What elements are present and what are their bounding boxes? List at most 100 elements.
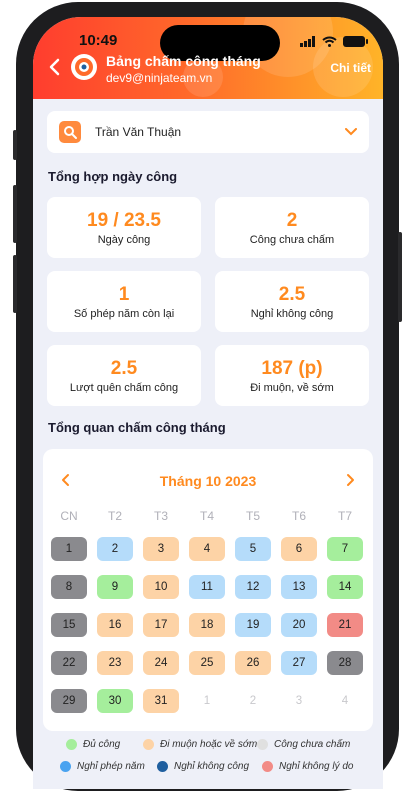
calendar-day-outside: 4 [341,695,349,707]
calendar-day[interactable]: 4 [189,537,225,561]
calendar-day[interactable]: 12 [235,575,271,599]
stat-card: 19 / 23.5 Ngày công [47,197,201,258]
legend-label: Đủ công [83,739,121,750]
stat-card: 2.5 Nghỉ không công [215,271,369,332]
weekday-label: T6 [291,509,306,523]
legend-dot [60,761,71,772]
calendar-day[interactable]: 5 [235,537,271,561]
calendar-day[interactable]: 16 [97,613,133,637]
calendar-day[interactable]: 20 [281,613,317,637]
legend-item: Công chưa chấm [257,739,350,750]
calendar-section-title: Tổng quan chấm công tháng [48,420,226,435]
search-document-icon [59,121,81,143]
weekday-label: T2 [107,509,122,523]
legend-dot [157,761,168,772]
legend-dot [257,739,268,750]
camera-logo-icon [75,58,93,76]
signal-icon [300,36,315,47]
weekday-label: T7 [337,509,352,523]
legend-item: Nghỉ không công [157,761,249,772]
stat-label: Ngày công [97,234,151,246]
calendar-day[interactable]: 14 [327,575,363,599]
calendar-day[interactable]: 24 [143,651,179,675]
calendar-day[interactable]: 28 [327,651,363,675]
calendar-day[interactable]: 29 [51,689,87,713]
calendar-day[interactable]: 13 [281,575,317,599]
calendar-day[interactable]: 23 [97,651,133,675]
calendar-day[interactable]: 11 [189,575,225,599]
next-month-button[interactable] [344,473,356,487]
weekday-label: T3 [153,509,168,523]
calendar-day[interactable]: 17 [143,613,179,637]
page-title: Bảng chấm công tháng [106,53,261,69]
weekday-label: T5 [245,509,260,523]
chevron-down-icon [345,128,357,136]
calendar-day[interactable]: 22 [51,651,87,675]
stat-card: 2 Công chưa chấm [215,197,369,258]
stat-value: 1 [118,284,130,305]
stat-label: Số phép năm còn lại [73,308,175,320]
calendar-day[interactable]: 30 [97,689,133,713]
back-arrow-icon[interactable] [47,57,63,77]
calendar-day[interactable]: 15 [51,613,87,637]
stat-value: 2.5 [278,284,306,305]
calendar-day-outside: 1 [203,695,211,707]
legend-item: Nghỉ không lý do [262,761,354,772]
stat-card: 2.5 Lượt quên chấm công [47,345,201,406]
calendar-day[interactable]: 26 [235,651,271,675]
stat-value: 187 (p) [261,358,323,379]
stat-card: 1 Số phép năm còn lại [47,271,201,332]
stat-value: 19 / 23.5 [87,210,161,231]
legend-dot [143,739,154,750]
weekday-label: T4 [199,509,214,523]
user-email: dev9@ninjateam.vn [106,71,213,85]
legend-label: Đi muộn hoặc về sớm [160,739,258,750]
legend-dot [66,739,77,750]
month-calendar: Tháng 10 2023 CN T2 T3 T4 T5 T6 T7 1 2 3 4 5 6 7 8 9 10… [43,449,373,731]
battery-icon [343,36,368,47]
side-button [398,232,402,322]
status-icons [300,36,368,47]
calendar-day[interactable]: 6 [281,537,317,561]
calendar-day[interactable]: 19 [235,613,271,637]
employee-select[interactable]: Trần Văn Thuận [47,111,369,153]
stat-label: Công chưa chấm [249,234,335,246]
side-button [13,255,17,313]
app-screen: 10:49 Bảng chấm công tháng dev9@ninjatea… [33,17,383,789]
stat-value: 2.5 [110,358,138,379]
stat-card: 187 (p) Đi muộn, về sớm [215,345,369,406]
weekday-label: CN [60,509,78,523]
calendar-day-outside: 2 [249,695,257,707]
calendar-day[interactable]: 9 [97,575,133,599]
calendar-day[interactable]: 2 [97,537,133,561]
stat-label: Lượt quên chấm công [69,382,179,394]
stat-label: Nghỉ không công [250,308,334,320]
calendar-day[interactable]: 31 [143,689,179,713]
wifi-icon [322,36,337,47]
calendar-day[interactable]: 18 [189,613,225,637]
legend-label: Công chưa chấm [274,739,351,750]
status-time: 10:49 [79,32,118,49]
calendar-day[interactable]: 8 [51,575,87,599]
legend-label: Nghỉ phép năm [77,761,145,772]
calendar-day[interactable]: 1 [51,537,87,561]
legend-dot [262,761,273,772]
calendar-day[interactable]: 10 [143,575,179,599]
stat-label: Đi muộn, về sớm [250,382,334,394]
detail-button[interactable]: Chi tiết [330,61,371,75]
legend-label: Nghỉ không lý do [279,761,354,772]
calendar-day[interactable]: 3 [143,537,179,561]
calendar-day[interactable]: 21 [327,613,363,637]
app-header: 10:49 Bảng chấm công tháng dev9@ninjatea… [33,17,383,99]
calendar-day[interactable]: 7 [327,537,363,561]
calendar-day[interactable]: 27 [281,651,317,675]
legend-item: Đủ công [66,739,120,750]
legend-label: Nghỉ không công [174,761,250,772]
legend-item: Đi muộn hoặc về sớm [143,739,257,750]
avatar [71,54,97,80]
calendar-day-outside: 3 [295,695,303,707]
side-button [13,130,17,160]
stat-value: 2 [286,210,298,231]
calendar-day[interactable]: 25 [189,651,225,675]
summary-title: Tổng hợp ngày công [48,169,178,184]
